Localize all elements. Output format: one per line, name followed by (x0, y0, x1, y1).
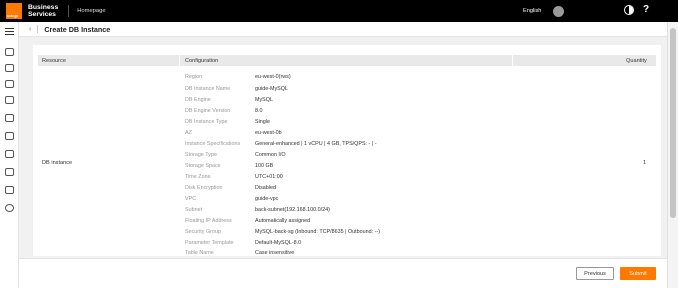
homepage-link[interactable]: Homepage (77, 8, 105, 14)
config-value: Single (255, 119, 270, 125)
config-value: Automatically assigned (255, 218, 311, 224)
compute-icon[interactable] (5, 64, 14, 72)
config-value: eu-west-0b (255, 130, 282, 136)
sidebar (0, 22, 19, 288)
config-label: Region (185, 74, 203, 80)
page-scrollbar[interactable] (667, 22, 678, 288)
config-value: back-subnet(192.168.100.0/24) (255, 207, 330, 213)
config-value: UTC+01:00 (255, 174, 283, 180)
upload-icon[interactable] (5, 186, 14, 194)
table-header: Resource Configuration Quantity (38, 55, 656, 66)
config-label: Storage Type (185, 152, 217, 158)
cloud-icon[interactable] (5, 168, 14, 176)
config-label: AZ (185, 130, 192, 136)
config-value: Default-MySQL-8.0 (255, 240, 302, 246)
config-value: MySQL (255, 97, 273, 103)
column-header-configuration: Configuration (185, 58, 219, 64)
config-label: Storage Space (185, 163, 221, 169)
submit-button[interactable]: Submit (620, 267, 656, 280)
hamburger-menu-icon[interactable] (5, 28, 14, 35)
storage-icon[interactable] (5, 96, 14, 104)
previous-button[interactable]: Previous (576, 267, 614, 280)
action-footer: Previous Submit (19, 258, 667, 288)
top-navigation-bar: orange Business Services Homepage (0, 0, 678, 22)
network-icon[interactable] (5, 80, 14, 88)
config-label: DB Instance Name (185, 86, 231, 92)
orange-logo[interactable]: orange (6, 3, 22, 19)
logo-text: orange (7, 14, 19, 18)
cloud-service-icon[interactable] (5, 48, 14, 56)
column-header-quantity: Quantity (626, 58, 647, 64)
document-icon[interactable] (5, 132, 14, 140)
order-summary-panel: Resource Configuration Quantity DB insta… (33, 45, 661, 256)
config-value: guide-MySQL (255, 86, 288, 92)
security-icon[interactable] (5, 150, 14, 158)
config-label: Floating IP Address (185, 218, 232, 224)
config-value: guide-vpc (255, 196, 279, 202)
brand-name: Business Services (28, 4, 58, 18)
theme-toggle-icon[interactable] (624, 5, 634, 15)
column-divider (512, 55, 513, 66)
config-label: Disk Encryption (185, 185, 223, 191)
column-header-resource: Resource (42, 58, 66, 64)
column-divider (179, 55, 180, 66)
config-value: 100 GB (255, 163, 274, 169)
settings-icon[interactable] (5, 204, 14, 212)
language-selector[interactable]: English (523, 8, 541, 14)
brand-line-2: Services (28, 11, 56, 18)
config-label: Instance Specifications (185, 141, 241, 147)
config-label: DB Engine (185, 97, 211, 103)
config-value: General-enhanced | 1 vCPU | 4 GB, TPS/QP… (255, 141, 377, 147)
config-value: Disabled (255, 185, 276, 191)
header-divider (37, 25, 39, 33)
config-value: eu-west-0(rws) (255, 74, 291, 80)
config-label: Parameter Template (185, 240, 234, 246)
chevron-left-icon[interactable]: ‹ (29, 26, 31, 33)
config-label: Time Zone (185, 174, 211, 180)
config-label: DB Engine Version (185, 108, 231, 114)
config-label: Subnet (185, 207, 203, 213)
brand-line-1: Business (28, 4, 59, 11)
config-label: DB Instance Type (185, 119, 228, 125)
config-value: 8.0 (255, 108, 263, 114)
config-label: Table Name (185, 250, 214, 256)
config-label: Security Group (185, 229, 221, 235)
topbar-divider (68, 5, 70, 17)
config-value: Common I/O (255, 152, 286, 158)
config-value: Case insensitive (255, 250, 295, 256)
scrollbar-thumb[interactable] (670, 28, 676, 218)
user-avatar[interactable] (553, 6, 564, 17)
resource-cell: DB instance (42, 160, 73, 166)
database-icon[interactable] (5, 114, 14, 122)
page-title: Create DB Instance (44, 24, 111, 34)
config-label: VPC (185, 196, 197, 202)
quantity-cell: 1 (643, 160, 647, 166)
config-value: MySQL-back-sg (Inbound: TCP/8635 | Outbo… (255, 229, 381, 235)
page-header: ‹ Create DB Instance (19, 22, 667, 37)
help-icon[interactable]: ? (643, 4, 649, 15)
